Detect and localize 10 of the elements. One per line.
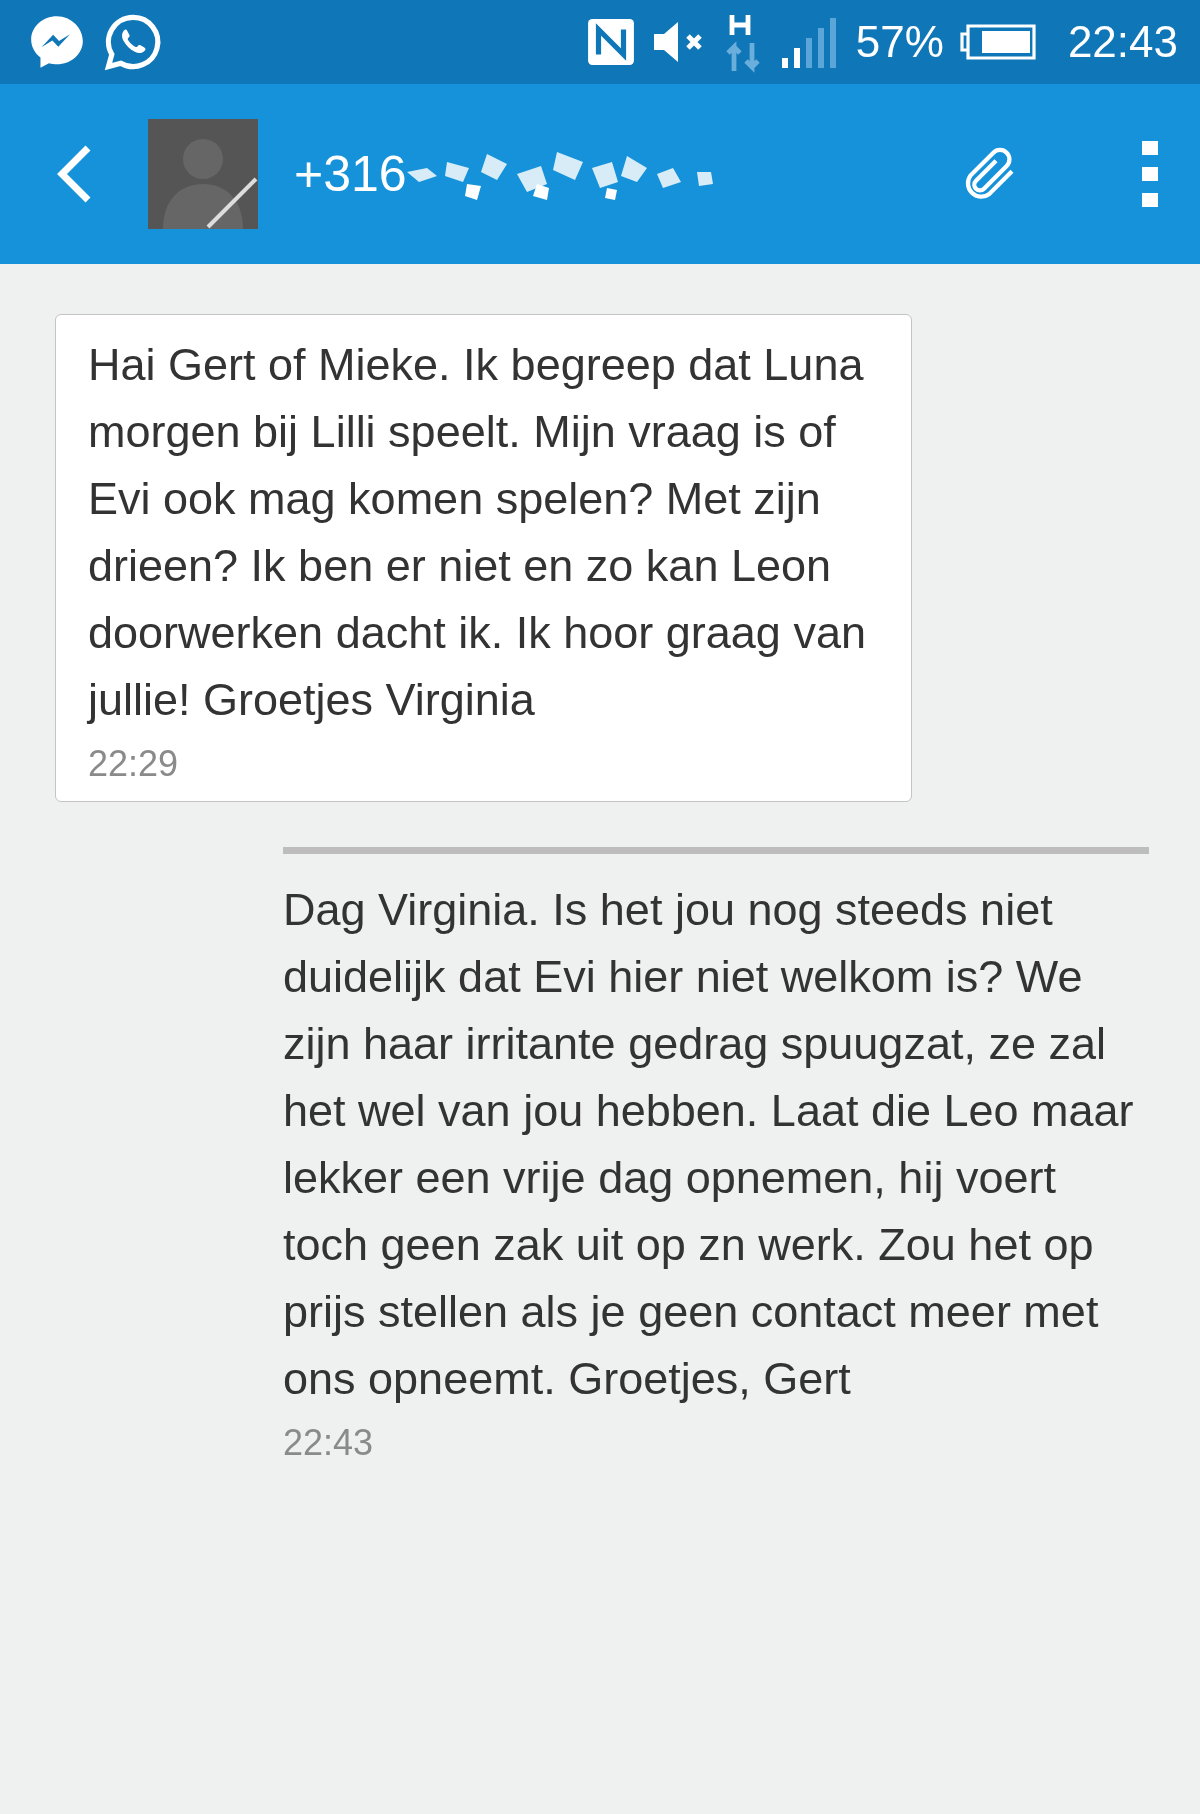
message-time: 22:29 (88, 743, 179, 785)
contact-number: +316 (294, 145, 407, 203)
battery-percentage: 57% (855, 17, 944, 67)
more-options-icon[interactable] (1140, 141, 1160, 207)
message-text: Dag Virginia. Is het jou nog steeds niet duidelijk dat Evi hier niet welkom is? We zijn haar irritante gedrag spuugzat, ze zal het wel van jou hebben. Laat die Leo maar lekker een vrije dag opnemen, hij voert toch geen zak uit op zn werk. Zou het op prijs stellen als je geen contact meer met ons opneemt. Groetjes, Gert (283, 883, 1135, 1406)
nfc-icon (585, 17, 636, 67)
clock: 22:43 (1067, 17, 1178, 67)
message-text: Hai Gert of Mieke. Ik begreep dat Luna morgen bij Lilli speelt. Mijn vraag is of Evi ook mag komen spelen? Met zijn drieen? Ik ben er niet en zo kan Leon doorwerken dacht ik. Ik hoor graag van jullie! Groetjes Virginia (88, 338, 867, 727)
battery-icon (957, 22, 1038, 62)
message-time: 22:43 (283, 1422, 374, 1464)
